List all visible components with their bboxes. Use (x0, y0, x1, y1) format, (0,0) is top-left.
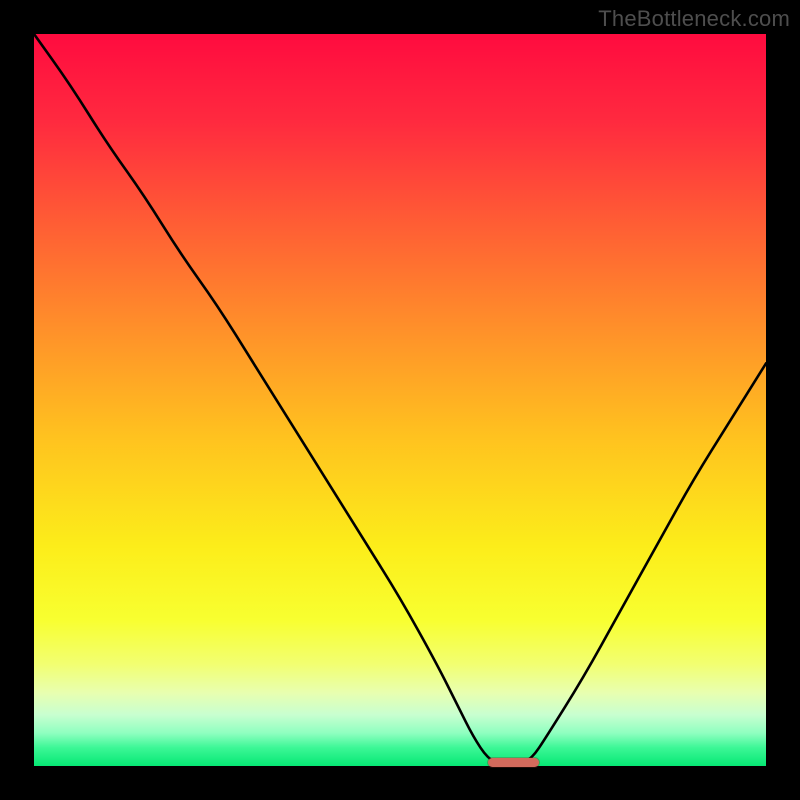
chart-frame: TheBottleneck.com (0, 0, 800, 800)
lowest-band-marker (488, 758, 539, 767)
watermark-text: TheBottleneck.com (598, 6, 790, 32)
plot-area (34, 34, 766, 766)
bottleneck-curve (34, 34, 766, 766)
